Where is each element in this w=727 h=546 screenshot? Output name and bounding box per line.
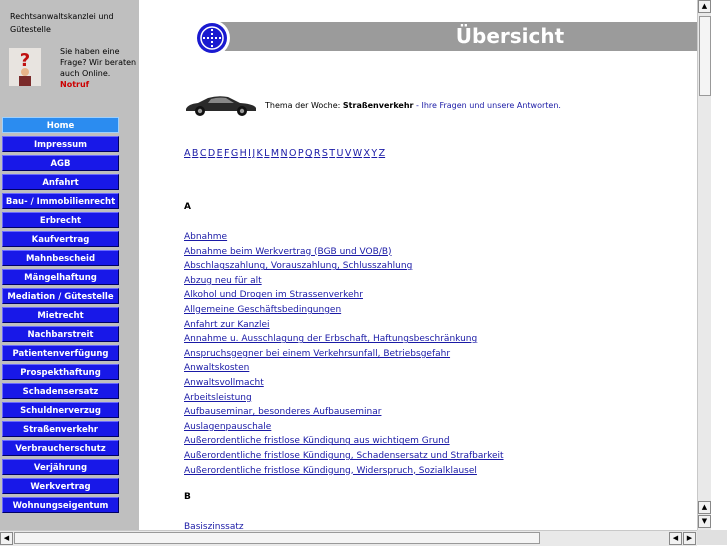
- nav-item-verjährung[interactable]: Verjährung: [2, 459, 119, 475]
- horizontal-scrollbar[interactable]: ◀ ◀ ▶: [0, 530, 697, 546]
- nav-item-straßenverkehr[interactable]: Straßenverkehr: [2, 421, 119, 437]
- nav-item-wohnungseigentum[interactable]: Wohnungseigentum: [2, 497, 119, 513]
- topic-link[interactable]: Außerordentliche fristlose Kündigung, Wi…: [184, 464, 504, 479]
- scroll-up-icon[interactable]: ▲: [698, 0, 711, 13]
- topic-link[interactable]: Außerordentliche fristlose Kündigung aus…: [184, 434, 504, 449]
- main-content: Übersicht Thema der Woche: Straßenverkeh…: [139, 0, 697, 530]
- topic-link[interactable]: Allgemeine Geschäftsbedingungen: [184, 303, 504, 318]
- alphabet-link[interactable]: A: [184, 148, 191, 159]
- topic-link[interactable]: Anspruchsgegner bei einem Verkehrsunfall…: [184, 347, 504, 362]
- topic-link[interactable]: Außerordentliche fristlose Kündigung, Sc…: [184, 449, 504, 464]
- alphabet-link[interactable]: N: [280, 148, 287, 159]
- topic-link[interactable]: Abnahme beim Werkvertrag (BGB und VOB/B): [184, 245, 504, 260]
- scroll-up-icon[interactable]: ▲: [698, 501, 711, 514]
- nav-menu: Home Impressum AGB Anfahrt Bau- / Immobilien…: [2, 117, 119, 516]
- alphabet-link[interactable]: S: [322, 148, 328, 159]
- topic-link[interactable]: Aufbauseminar, besonderes Aufbauseminar: [184, 405, 504, 420]
- alphabet-index: ABCDEFGHIJKLMNOPQRSTUVWXYZ: [184, 148, 387, 159]
- scroll-right-icon[interactable]: ▶: [683, 532, 696, 545]
- page-title: Übersicht: [455, 24, 565, 48]
- alphabet-link[interactable]: J: [252, 148, 255, 159]
- scroll-left-icon[interactable]: ◀: [669, 532, 682, 545]
- alphabet-link[interactable]: X: [364, 148, 371, 159]
- scroll-down-icon[interactable]: ▼: [698, 515, 711, 528]
- nav-item-mediation-gütestelle[interactable]: Mediation / Gütestelle: [2, 288, 119, 304]
- scrollbar-corner: [697, 530, 727, 545]
- nav-item-schuldnerverzug[interactable]: Schuldnerverzug: [2, 402, 119, 418]
- nav-item-erbrecht[interactable]: Erbrecht: [2, 212, 119, 228]
- alphabet-link[interactable]: R: [314, 148, 321, 159]
- nav-item-mängelhaftung[interactable]: Mängelhaftung: [2, 269, 119, 285]
- svg-text:?: ?: [20, 50, 30, 71]
- topic-link[interactable]: Arbeitsleistung: [184, 391, 504, 406]
- topic-prefix: Thema der Woche:: [265, 101, 343, 110]
- nav-item-nachbarstreit[interactable]: Nachbarstreit: [2, 326, 119, 342]
- section-heading-b: B: [184, 492, 191, 502]
- nav-item-schadensersatz[interactable]: Schadensersatz: [2, 383, 119, 399]
- alphabet-link[interactable]: G: [231, 148, 238, 159]
- alphabet-link[interactable]: E: [217, 148, 223, 159]
- topic-link[interactable]: Alkohol und Drogen im Strassenverkehr: [184, 288, 504, 303]
- nav-item-bau-immobilienrecht[interactable]: Bau- / Immobilienrecht: [2, 193, 119, 209]
- question-person-icon: ?: [9, 48, 41, 86]
- topic-link[interactable]: Abschlagszahlung, Vorauszahlung, Schluss…: [184, 259, 504, 274]
- nav-item-mahnbescheid[interactable]: Mahnbescheid: [2, 250, 119, 266]
- alphabet-link[interactable]: U: [336, 148, 343, 159]
- topic-rest: - Ihre Fragen und unsere Antworten.: [413, 101, 561, 110]
- nav-item-kaufvertrag[interactable]: Kaufvertrag: [2, 231, 119, 247]
- alphabet-link[interactable]: L: [264, 148, 269, 159]
- topic-link[interactable]: Abzug neu für alt: [184, 274, 504, 289]
- banner: Übersicht: [185, 19, 697, 57]
- alphabet-link[interactable]: O: [289, 148, 296, 159]
- alphabet-link[interactable]: F: [224, 148, 229, 159]
- help-text-body: Sie haben eine Frage? Wir beraten auch O…: [60, 47, 137, 78]
- nav-item-impressum[interactable]: Impressum: [2, 136, 119, 152]
- notruf-link[interactable]: Notruf: [60, 80, 89, 89]
- topic-link[interactable]: Abnahme: [184, 230, 504, 245]
- topic-of-week: Thema der Woche: Straßenverkehr - Ihre F…: [265, 101, 561, 110]
- scroll-left-icon[interactable]: ◀: [0, 532, 13, 545]
- topic-link[interactable]: Basiszinssatz: [184, 520, 244, 530]
- alphabet-link[interactable]: Z: [379, 148, 386, 159]
- nav-item-verbraucherschutz[interactable]: Verbraucherschutz: [2, 440, 119, 456]
- alphabet-link[interactable]: Y: [371, 148, 377, 159]
- alphabet-link[interactable]: V: [345, 148, 352, 159]
- nav-item-home[interactable]: Home: [2, 117, 119, 133]
- alphabet-link[interactable]: Q: [305, 148, 312, 159]
- help-text: Sie haben eine Frage? Wir beraten auch O…: [60, 46, 139, 90]
- topic-link[interactable]: Anwaltsvollmacht: [184, 376, 504, 391]
- vertical-scroll-thumb[interactable]: [699, 16, 711, 96]
- topic-subject-link[interactable]: Straßenverkehr: [343, 101, 414, 110]
- firm-name: Rechtsanwaltskanzlei und Gütestelle: [10, 12, 114, 34]
- nav-item-mietrecht[interactable]: Mietrecht: [2, 307, 119, 323]
- alphabet-link[interactable]: K: [257, 148, 263, 159]
- logo-icon: [194, 20, 230, 56]
- alphabet-link[interactable]: D: [208, 148, 215, 159]
- alphabet-link[interactable]: P: [298, 148, 304, 159]
- alphabet-link[interactable]: C: [200, 148, 207, 159]
- link-list-a: Abnahme Abnahme beim Werkvertrag (BGB und…: [184, 230, 504, 478]
- section-heading-a: A: [184, 202, 191, 212]
- horizontal-scroll-thumb[interactable]: [14, 532, 540, 544]
- topic-link[interactable]: Auslagenpauschale: [184, 420, 504, 435]
- nav-item-werkvertrag[interactable]: Werkvertrag: [2, 478, 119, 494]
- alphabet-link[interactable]: H: [240, 148, 247, 159]
- nav-item-patientenverfügung[interactable]: Patientenverfügung: [2, 345, 119, 361]
- nav-item-prospekthaftung[interactable]: Prospekthaftung: [2, 364, 119, 380]
- nav-item-agb[interactable]: AGB: [2, 155, 119, 171]
- window-edge: [711, 0, 727, 530]
- alphabet-link[interactable]: T: [329, 148, 335, 159]
- alphabet-link[interactable]: W: [353, 148, 362, 159]
- vertical-scrollbar[interactable]: ▲ ▲ ▼: [697, 0, 712, 530]
- nav-item-anfahrt[interactable]: Anfahrt: [2, 174, 119, 190]
- link-list-b: Basiszinssatz: [184, 520, 244, 530]
- left-frame: Rechtsanwaltskanzlei und Gütestelle ? Si…: [0, 0, 139, 530]
- alphabet-link[interactable]: I: [248, 148, 251, 159]
- car-icon: [186, 96, 256, 116]
- topic-link[interactable]: Anfahrt zur Kanzlei: [184, 318, 504, 333]
- topic-link[interactable]: Anwaltskosten: [184, 361, 504, 376]
- topic-link[interactable]: Annahme u. Ausschlagung der Erbschaft, H…: [184, 332, 504, 347]
- alphabet-link[interactable]: M: [271, 148, 279, 159]
- alphabet-link[interactable]: B: [192, 148, 199, 159]
